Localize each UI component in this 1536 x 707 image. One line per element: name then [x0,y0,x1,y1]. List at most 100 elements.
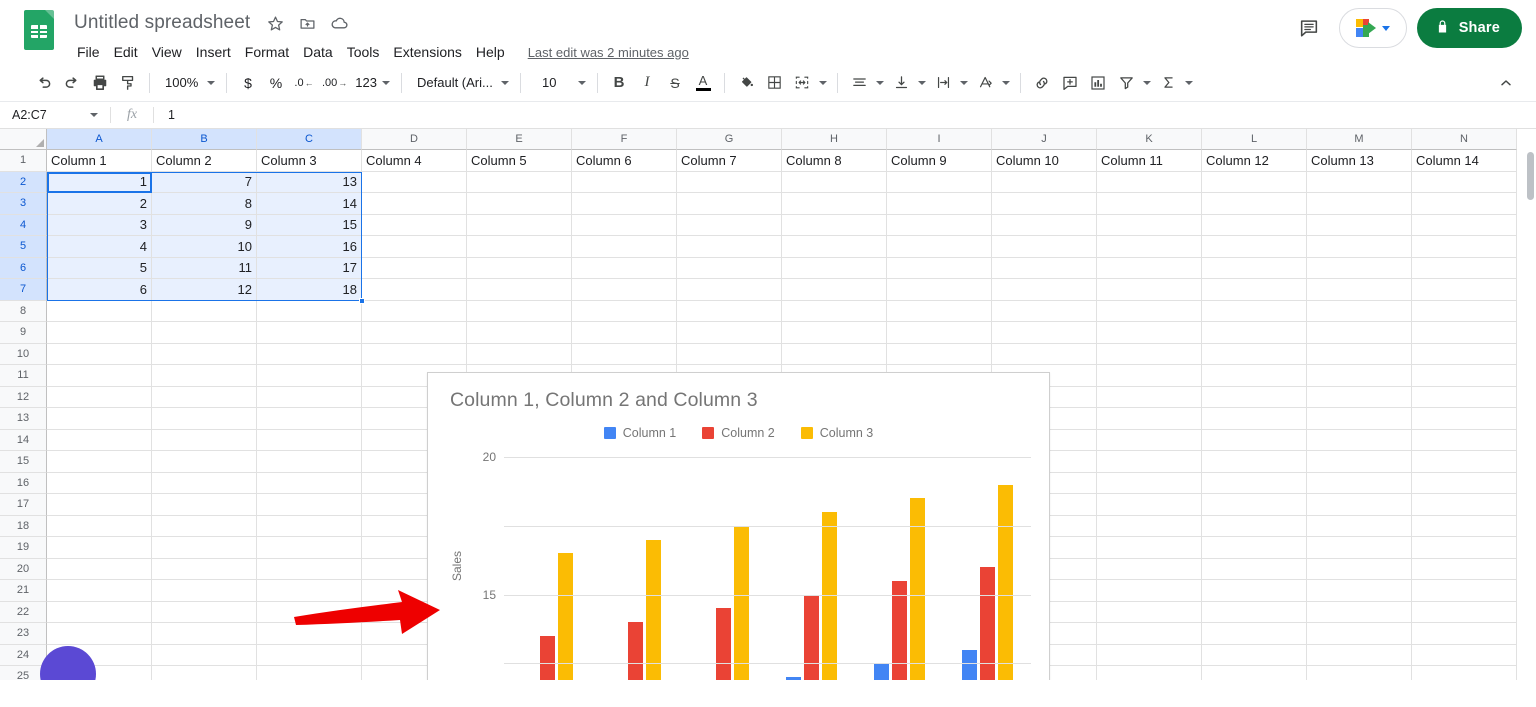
bar-column-3-2[interactable] [646,539,662,680]
row-header-4[interactable]: 4 [0,214,47,236]
cell-E6[interactable] [467,257,572,279]
cell-N5[interactable] [1412,236,1517,258]
bar-column-2-4[interactable] [803,594,819,680]
cell-C1[interactable]: Column 3 [257,150,362,172]
bar-column-2-2[interactable] [628,622,644,680]
cell-L5[interactable] [1202,236,1307,258]
cell-H8[interactable] [782,300,887,322]
cell-B3[interactable]: 8 [152,193,257,215]
cell-G7[interactable] [677,279,782,301]
text-color-button[interactable]: A [689,69,717,97]
cell-A11[interactable] [47,365,152,387]
cell-A16[interactable] [47,472,152,494]
cell-L19[interactable] [1202,537,1307,559]
cell-D7[interactable] [362,279,467,301]
row-header-18[interactable]: 18 [0,515,47,537]
cell-L17[interactable] [1202,494,1307,516]
cell-B18[interactable] [152,515,257,537]
bar-column-2-5[interactable] [891,580,907,680]
column-header-l[interactable]: L [1202,129,1307,150]
cell-J2[interactable] [992,171,1097,193]
cell-B13[interactable] [152,408,257,430]
cell-A5[interactable]: 4 [47,236,152,258]
cell-K15[interactable] [1097,451,1202,473]
cell-H1[interactable]: Column 8 [782,150,887,172]
cell-I5[interactable] [887,236,992,258]
row-header-1[interactable]: 1 [0,150,47,172]
text-rotation-icon[interactable] [971,69,999,97]
cell-B21[interactable] [152,580,257,602]
cell-K2[interactable] [1097,171,1202,193]
decrease-decimal-button[interactable]: .0 ← [290,69,318,97]
cell-A23[interactable] [47,623,152,645]
cell-B4[interactable]: 9 [152,214,257,236]
name-box[interactable]: A2:C7 [0,102,110,128]
cell-D6[interactable] [362,257,467,279]
font-size-selector[interactable]: 10 [528,69,590,97]
cell-B24[interactable] [152,644,257,666]
horizontal-align-dropdown[interactable] [873,69,887,97]
font-family-selector[interactable]: Default (Ari... [409,69,513,97]
merge-cells-icon[interactable] [788,69,816,97]
cell-N13[interactable] [1412,408,1517,430]
cell-F5[interactable] [572,236,677,258]
cell-I4[interactable] [887,214,992,236]
column-header-j[interactable]: J [992,129,1097,150]
cell-L2[interactable] [1202,171,1307,193]
cell-C21[interactable] [257,580,362,602]
cell-K9[interactable] [1097,322,1202,344]
cell-N11[interactable] [1412,365,1517,387]
cell-C12[interactable] [257,386,362,408]
cell-J5[interactable] [992,236,1097,258]
cell-N21[interactable] [1412,580,1517,602]
row-header-17[interactable]: 17 [0,494,47,516]
text-wrap-icon[interactable] [929,69,957,97]
document-title[interactable]: Untitled spreadsheet [70,10,254,36]
cell-J9[interactable] [992,322,1097,344]
cell-A4[interactable]: 3 [47,214,152,236]
cell-L22[interactable] [1202,601,1307,623]
bar-column-1-4[interactable] [785,677,801,680]
sheets-logo-icon[interactable] [22,8,58,54]
cell-G3[interactable] [677,193,782,215]
cell-E4[interactable] [467,214,572,236]
cell-B2[interactable]: 7 [152,171,257,193]
vertical-align-icon[interactable] [887,69,915,97]
cell-I2[interactable] [887,171,992,193]
cell-K5[interactable] [1097,236,1202,258]
cell-K16[interactable] [1097,472,1202,494]
menu-item-view[interactable]: View [145,42,189,62]
cell-K24[interactable] [1097,644,1202,666]
cell-H6[interactable] [782,257,887,279]
cell-M9[interactable] [1307,322,1412,344]
cell-D8[interactable] [362,300,467,322]
cell-D4[interactable] [362,214,467,236]
cell-M11[interactable] [1307,365,1412,387]
cell-H4[interactable] [782,214,887,236]
cell-F8[interactable] [572,300,677,322]
row-header-21[interactable]: 21 [0,580,47,602]
cell-N7[interactable] [1412,279,1517,301]
cell-N10[interactable] [1412,343,1517,365]
star-icon[interactable] [264,12,286,34]
row-header-10[interactable]: 10 [0,343,47,365]
cell-K21[interactable] [1097,580,1202,602]
cell-K23[interactable] [1097,623,1202,645]
cell-A17[interactable] [47,494,152,516]
zoom-selector[interactable]: 100% [157,69,219,97]
functions-dropdown[interactable] [1182,69,1196,97]
column-header-f[interactable]: F [572,129,677,150]
cell-C15[interactable] [257,451,362,473]
cloud-saved-icon[interactable] [328,12,350,34]
cell-M22[interactable] [1307,601,1412,623]
bar-column-1-6[interactable] [961,649,977,680]
menu-item-insert[interactable]: Insert [189,42,238,62]
row-header-14[interactable]: 14 [0,429,47,451]
cell-N15[interactable] [1412,451,1517,473]
column-header-g[interactable]: G [677,129,782,150]
cell-N25[interactable] [1412,666,1517,680]
fill-color-icon[interactable] [732,69,760,97]
menu-item-edit[interactable]: Edit [107,42,145,62]
cell-N8[interactable] [1412,300,1517,322]
cell-L12[interactable] [1202,386,1307,408]
